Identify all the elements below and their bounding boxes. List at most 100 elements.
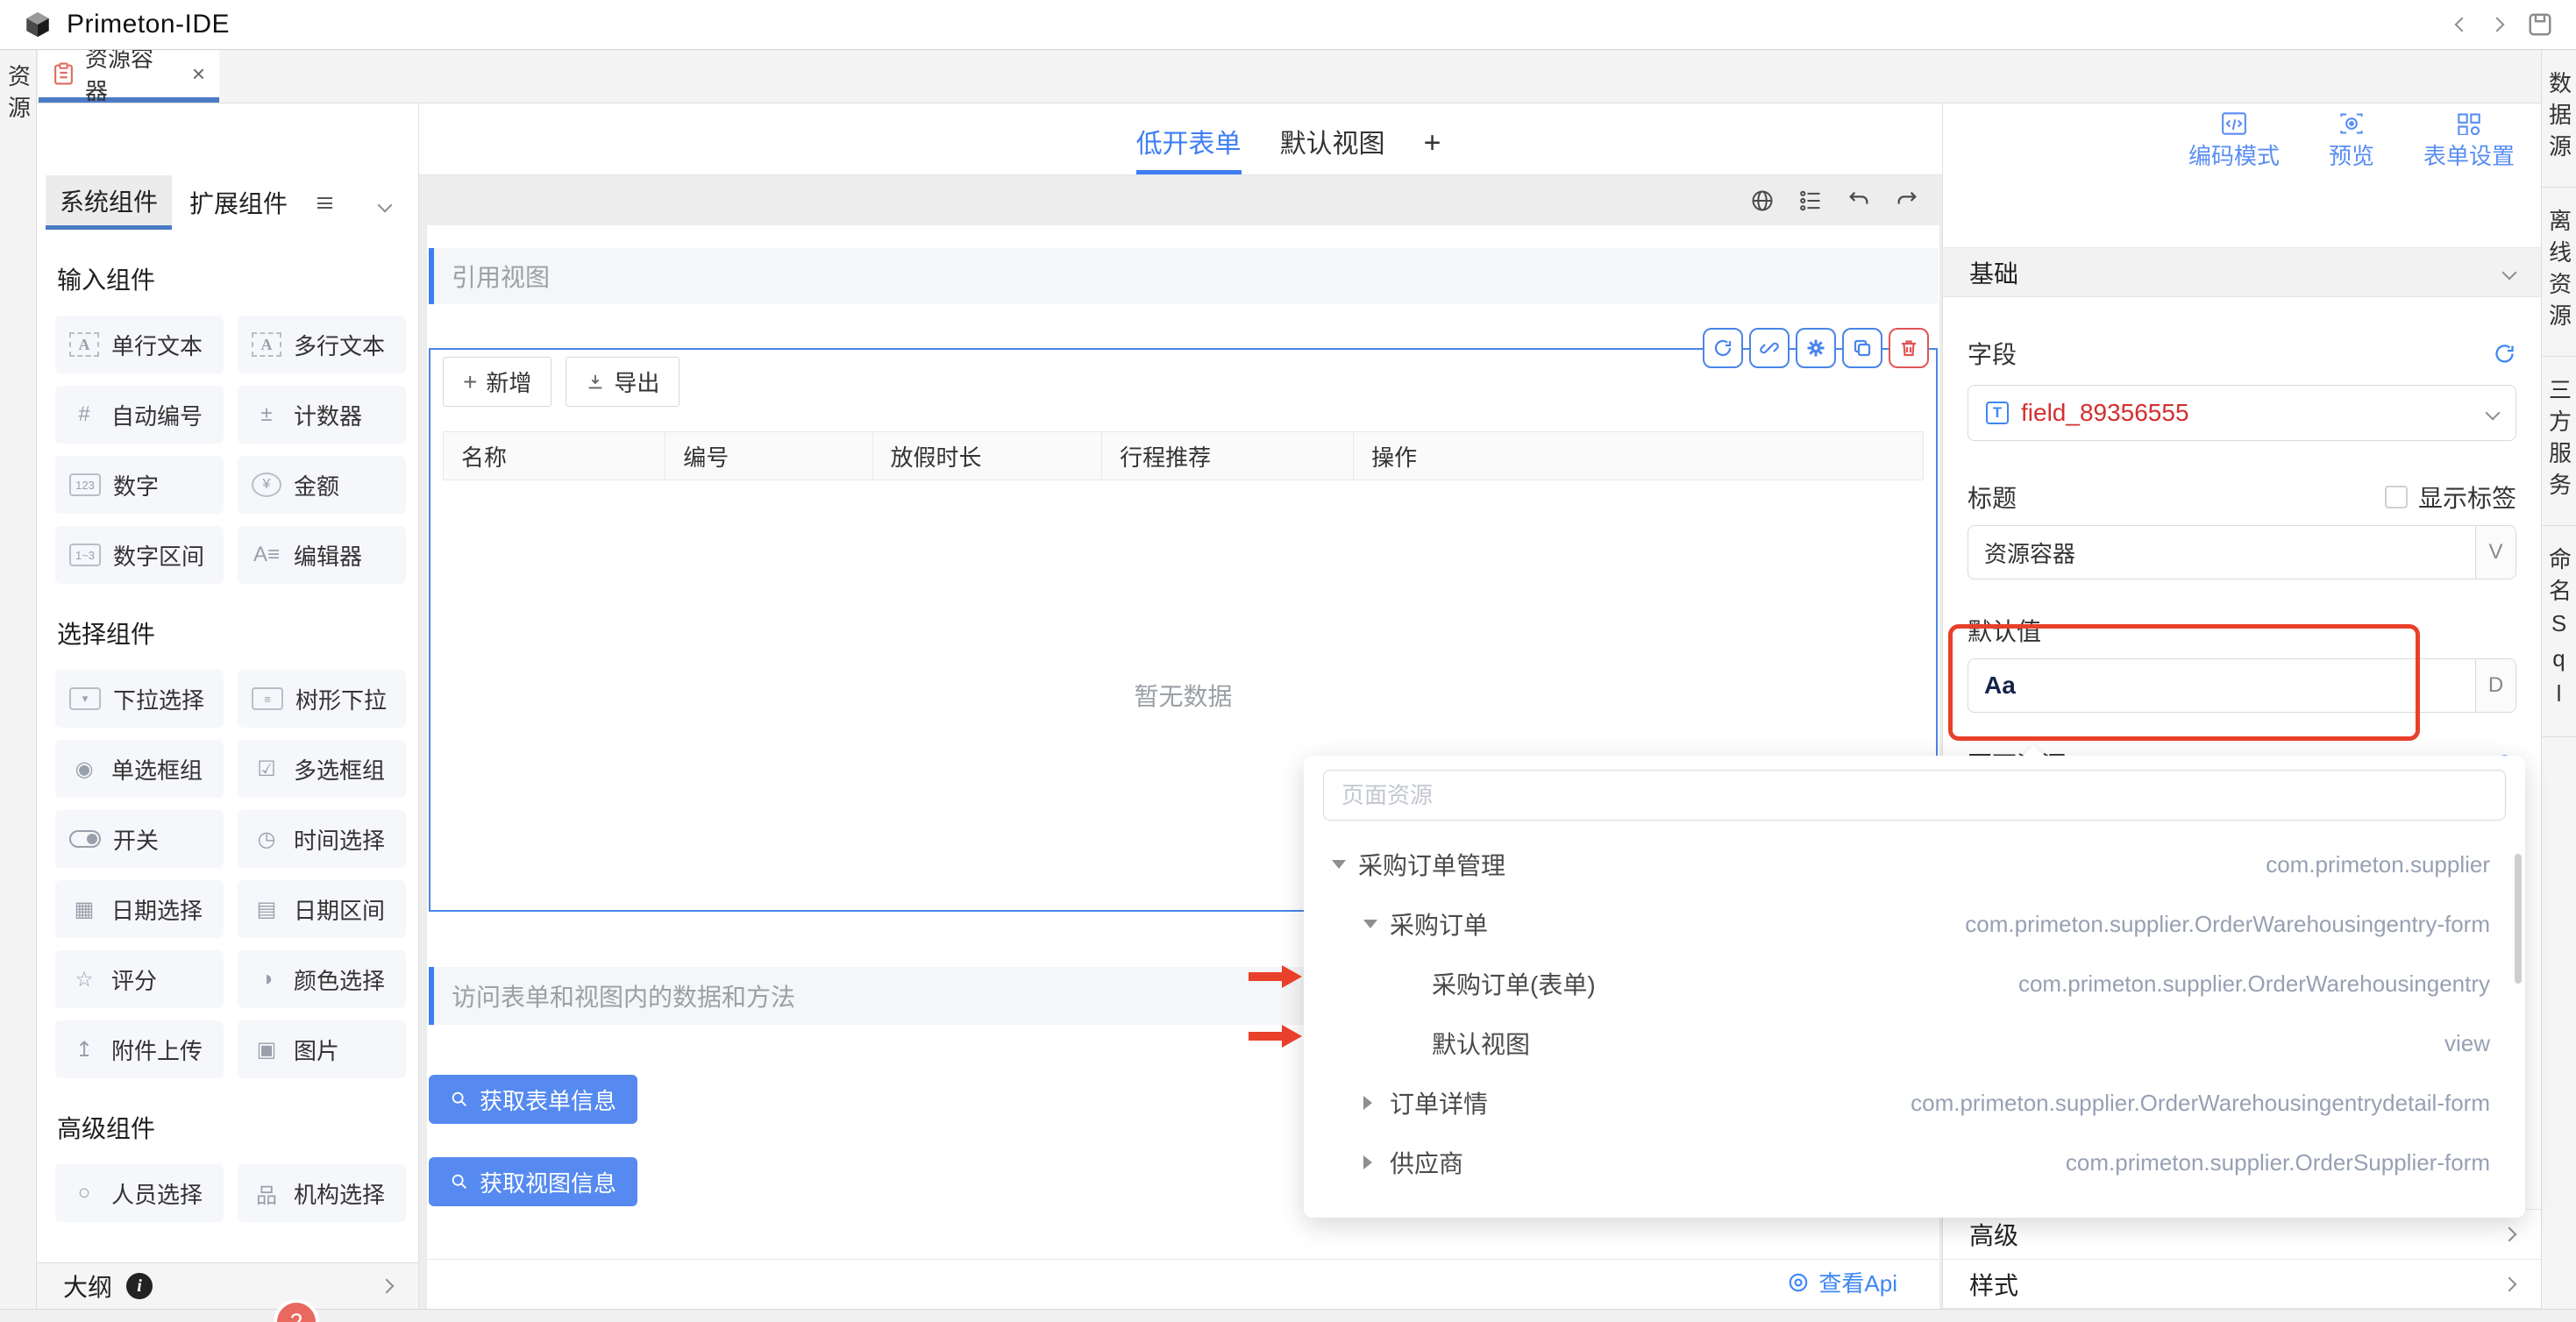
collapse-basic-icon[interactable] (2502, 265, 2517, 280)
table-button-row: + 新增 导出 (443, 357, 1924, 407)
undo-icon[interactable] (1847, 188, 1871, 213)
section-header-reference-view[interactable]: 引用视图 (429, 248, 1938, 304)
component-chip-person-select[interactable]: ○人员选择 (55, 1164, 224, 1222)
component-chip-counter[interactable]: ±计数器 (238, 386, 406, 444)
view-tab-1[interactable]: 默认视图 (1280, 122, 1385, 174)
tree-item-5[interactable]: 供应商com.primeton.supplier.OrderSupplier-f… (1323, 1133, 2506, 1192)
default-variable-button[interactable]: D (2475, 659, 2516, 712)
tree-item-4[interactable]: 订单详情com.primeton.supplier.OrderWarehousi… (1323, 1073, 2506, 1133)
nav-back-icon[interactable] (2457, 19, 2467, 30)
get-form-info-button[interactable]: 获取表单信息 (429, 1075, 637, 1124)
panel-collapse-icon[interactable] (380, 189, 390, 217)
close-tab-icon[interactable]: × (192, 62, 205, 85)
add-view-tab-button[interactable]: + (1424, 126, 1441, 174)
add-row-button[interactable]: + 新增 (443, 357, 551, 407)
tree-item-3[interactable]: 默认视图 view (1323, 1013, 2506, 1073)
tree-item-code: com.primeton.supplier.OrderSupplier-form (2066, 1149, 2506, 1176)
outline-expand-icon[interactable] (380, 1279, 395, 1294)
component-chip-attachment-upload[interactable]: ↥附件上传 (55, 1020, 224, 1078)
component-menu-icon[interactable] (317, 197, 332, 209)
tree-item-0[interactable]: 采购订单管理com.primeton.supplier (1323, 835, 2506, 894)
default-value-input[interactable]: Aa (1968, 659, 2475, 712)
doc-tab-resource-container[interactable]: 资源容器 × (39, 50, 219, 103)
right-strip-tab-1[interactable]: 离线资源 (2542, 188, 2576, 357)
tree-item-2[interactable]: 采购订单(表单)com.primeton.supplier.OrderWareh… (1323, 954, 2506, 1013)
get-view-info-button[interactable]: 获取视图信息 (429, 1157, 637, 1206)
settings-gear-button[interactable] (1796, 328, 1836, 368)
component-chip-number-range[interactable]: 1~3数字区间 (55, 526, 224, 584)
title-label: 标题 (1968, 480, 2017, 515)
table-header-3: 行程推荐 (1102, 432, 1354, 480)
component-chip-tree-dropdown[interactable]: ≡树形下拉 (238, 670, 406, 728)
refresh-component-button[interactable] (1703, 328, 1743, 368)
caret-right-icon[interactable] (1363, 1096, 1377, 1110)
card-divider (427, 1259, 1939, 1260)
right-strip-tab-3[interactable]: 命名Sql (2542, 526, 2576, 737)
refresh-field-icon[interactable] (2493, 342, 2516, 366)
tab-system-components[interactable]: 系统组件 (46, 175, 172, 230)
style-expand-icon (2502, 1276, 2517, 1291)
outline-tree-icon[interactable] (1798, 188, 1823, 213)
title-input[interactable]: 资源容器 (1968, 526, 2475, 579)
caret-down-icon[interactable] (1332, 860, 1346, 869)
tree-item-label: 默认视图 (1432, 1026, 1530, 1061)
view-tab-0[interactable]: 低开表单 (1136, 122, 1242, 174)
component-chip-radio-group[interactable]: ◉单选框组 (55, 740, 224, 798)
component-chip-amount[interactable]: ¥金额 (238, 456, 406, 514)
component-chip-time-picker[interactable]: ◷时间选择 (238, 810, 406, 868)
component-chip-org-select[interactable]: 品机构选择 (238, 1164, 406, 1222)
popup-scrollbar[interactable] (2515, 854, 2522, 984)
basic-section-header[interactable]: 基础 (1943, 247, 2541, 297)
component-chip-date-range[interactable]: ▤日期区间 (238, 880, 406, 938)
view-api-link[interactable]: 查看Api (1787, 1266, 1897, 1298)
style-section-row[interactable]: 样式 (1943, 1259, 2541, 1309)
component-chip-date-picker[interactable]: ▦日期选择 (55, 880, 224, 938)
resource-search-input[interactable] (1323, 770, 2506, 821)
tree-item-1[interactable]: 采购订单com.primeton.supplier.OrderWarehousi… (1323, 894, 2506, 954)
code-mode-button[interactable]: 编码模式 (2188, 112, 2280, 171)
title-variable-button[interactable]: V (2475, 526, 2516, 579)
show-label-checkbox[interactable] (2385, 486, 2408, 508)
component-chip-auto-number[interactable]: #自动编号 (55, 386, 224, 444)
component-chip-label: 图片 (294, 1034, 339, 1066)
component-chip-multi-line-text[interactable]: A多行文本 (238, 316, 406, 373)
rating-icon: ☆ (69, 967, 99, 992)
component-chip-image[interactable]: ▣图片 (238, 1020, 406, 1078)
component-chip-label: 附件上传 (111, 1034, 203, 1066)
component-chip-label: 单行文本 (111, 329, 203, 361)
preview-button[interactable]: 预览 (2329, 112, 2374, 171)
component-chip-number[interactable]: 123数字 (55, 456, 224, 514)
redo-icon[interactable] (1895, 188, 1919, 213)
component-chip-single-line-text[interactable]: A 单行文本 (55, 316, 224, 373)
form-settings-button[interactable]: 表单设置 (2423, 112, 2515, 171)
field-label: 字段 (1968, 336, 2017, 371)
nav-forward-icon[interactable] (2492, 19, 2502, 30)
component-chip-label: 评分 (111, 963, 157, 996)
eye-icon (1787, 1271, 1810, 1294)
link-component-button[interactable] (1749, 328, 1790, 368)
component-chip-color-picker[interactable]: ◑颜色选择 (238, 950, 406, 1008)
reference-table: 名称编号放假时长行程推荐操作 (443, 431, 1924, 480)
field-select[interactable]: T field_89356555 (1968, 385, 2516, 441)
delete-component-button[interactable] (1889, 328, 1929, 368)
export-button[interactable]: 导出 (566, 357, 680, 407)
table-header-0: 名称 (444, 432, 665, 480)
caret-down-icon[interactable] (1363, 920, 1377, 928)
component-chip-editor[interactable]: A≡编辑器 (238, 526, 406, 584)
right-strip-tab-0[interactable]: 数据源 (2542, 50, 2576, 188)
component-chip-switch[interactable]: 开关 (55, 810, 224, 868)
right-strip-tab-2[interactable]: 三方服务 (2542, 357, 2576, 526)
tree-item-code: view (2444, 1030, 2506, 1057)
outline-bar[interactable]: 大纲 i (37, 1262, 418, 1309)
single-line-text-icon: A (69, 332, 99, 357)
component-chip-rating[interactable]: ☆ 评分 (55, 950, 224, 1008)
tab-extension-components[interactable]: 扩展组件 (175, 175, 302, 230)
component-chip-checkbox-group[interactable]: ☑多选框组 (238, 740, 406, 798)
component-chip-label: 多行文本 (294, 329, 385, 361)
globe-icon[interactable] (1750, 188, 1775, 213)
copy-component-button[interactable] (1842, 328, 1882, 368)
left-resource-strip[interactable]: 资源 (0, 50, 37, 1322)
component-chip-dropdown-select[interactable]: ▾下拉选择 (55, 670, 224, 728)
save-icon[interactable] (2527, 11, 2553, 38)
caret-right-icon[interactable] (1363, 1155, 1377, 1169)
